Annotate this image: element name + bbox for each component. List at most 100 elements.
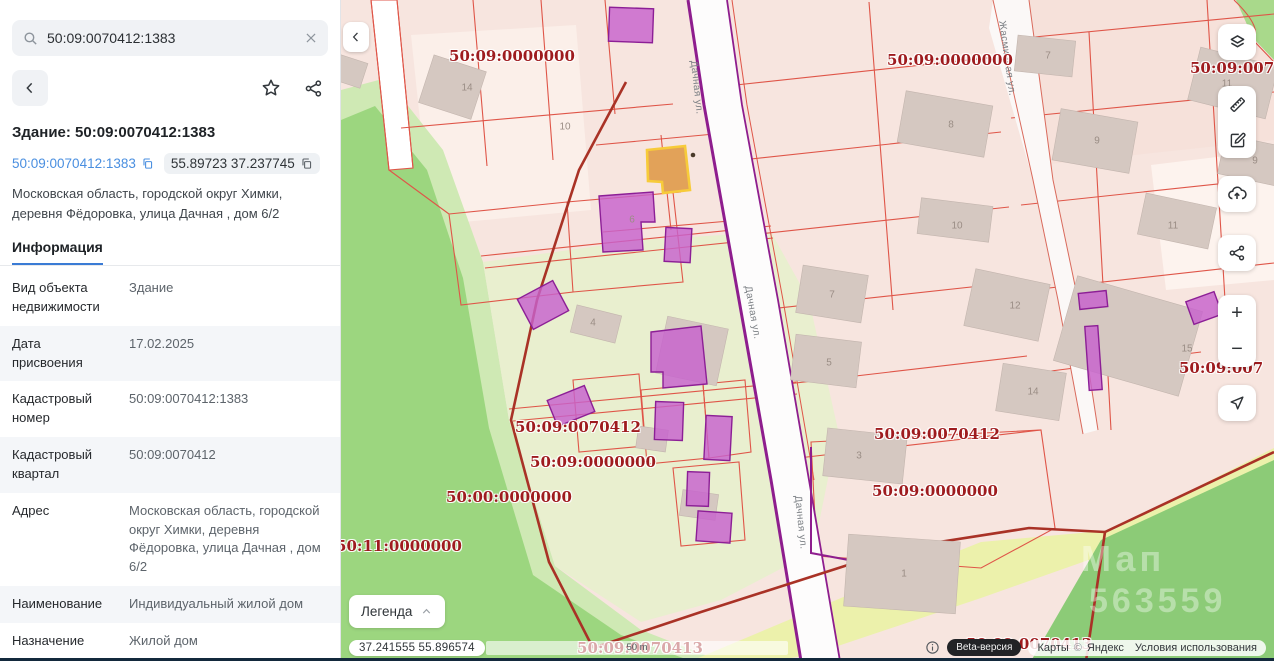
upload-control <box>1218 176 1256 212</box>
attribution-provider[interactable]: Яндекс <box>1087 642 1124 654</box>
parcel-number: 9 <box>1094 135 1100 147</box>
cadastral-quarter-label: 50:09:0000000 <box>872 482 998 500</box>
measure-edit-control <box>1218 86 1256 158</box>
info-panel: Здание: 50:09:0070412:1383 50:09:0070412… <box>0 0 341 661</box>
info-row-value: 17.02.2025 <box>129 335 195 351</box>
search-bar <box>12 20 328 56</box>
info-row: Адрес Московская область, городской округ… <box>0 493 340 586</box>
cursor-coordinates: 37.241555 55.896574 <box>349 640 485 656</box>
cadastral-quarter-label: 50:09:0070412 <box>874 425 1000 443</box>
info-row-value: 50:09:0070412:1383 <box>129 391 249 407</box>
draw-button[interactable] <box>1218 122 1256 158</box>
chevron-left-icon <box>26 82 33 94</box>
info-table: Вид объекта недвижимости Здание Дата присв… <box>0 270 340 661</box>
attribution-maps: Карты <box>1037 641 1069 654</box>
star-icon <box>262 79 280 96</box>
parcel-number: 15 <box>1181 343 1193 355</box>
object-chips: 50:09:0070412:1383 55.89723 37.237745 <box>12 153 328 174</box>
share-map-control <box>1218 235 1256 271</box>
chevron-up-icon <box>423 608 431 614</box>
map-watermark: 563559 <box>1089 582 1227 620</box>
parcel-number: 1 <box>901 568 907 580</box>
panel-actions <box>12 70 328 106</box>
clear-search-icon[interactable] <box>304 31 318 45</box>
parcel-number: 7 <box>1045 50 1051 62</box>
info-row-label: Кадастровый квартал <box>12 447 93 481</box>
coordinates-chip[interactable]: 55.89723 37.237745 <box>163 153 320 174</box>
info-row: Кадастровый номер 50:09:0070412:1383 <box>0 381 340 437</box>
collapse-panel-button[interactable] <box>343 22 369 52</box>
info-icon[interactable] <box>925 640 940 655</box>
navigate-icon <box>1230 396 1244 410</box>
parcel-number: 4 <box>590 317 596 329</box>
parcel-number: 10 <box>951 220 963 232</box>
info-row-value: Жилой дом <box>129 632 198 648</box>
parcel-number: 12 <box>1009 300 1021 312</box>
cloud-upload-icon <box>1228 186 1247 200</box>
share-icon <box>1229 245 1245 261</box>
legend-button[interactable]: Легенда <box>349 595 446 628</box>
cadastral-quarter-label: 50:09:0070412 <box>515 418 641 436</box>
cadastral-quarter-label: 50:00:0000000 <box>446 488 572 506</box>
zoom-control: + − <box>1218 295 1256 367</box>
object-title: Здание: 50:09:0070412:1383 <box>12 124 216 141</box>
coordinates-text: 55.89723 37.237745 <box>170 156 295 171</box>
upload-button[interactable] <box>1218 176 1256 212</box>
locate-control <box>1218 385 1256 421</box>
cadastral-quarter-label: 50:09:0000000 <box>887 51 1013 69</box>
search-input[interactable] <box>47 30 296 46</box>
parcel-number: 14 <box>461 82 473 94</box>
tab-bar: Информация <box>0 239 340 266</box>
beta-badge: Beta-версия <box>947 639 1022 656</box>
info-row-label: Наименование <box>12 596 103 612</box>
parcel-number: 11 <box>1167 220 1179 232</box>
locate-button[interactable] <box>1218 385 1256 421</box>
app-window: Здание: 50:09:0070412:1383 50:09:0070412… <box>0 0 1274 661</box>
info-row: Дата присвоения 17.02.2025 <box>0 325 340 382</box>
edit-icon <box>1230 132 1246 147</box>
parcel-number: 14 <box>1027 386 1039 398</box>
cadastral-quarter-label: 50:11:0000000 <box>341 537 462 555</box>
info-row: Наименование Индивидуальный жилой дом <box>0 586 340 623</box>
map-watermark: Мап <box>1081 538 1166 579</box>
share-button[interactable] <box>298 73 328 103</box>
info-row-value: Индивидуальный жилой дом <box>129 596 304 612</box>
parcel-number: 5 <box>826 357 832 369</box>
tab-information[interactable]: Информация <box>12 239 103 265</box>
info-row-label: Кадастровый номер <box>12 391 93 426</box>
object-address: Московская область, городской округ Химк… <box>12 186 283 221</box>
cadastral-quarter-label: 50:09:0070 <box>1190 59 1274 77</box>
info-row-value: 50:09:0070412 <box>129 447 216 463</box>
zoom-out-button[interactable]: − <box>1218 331 1256 367</box>
parcel-number: 6 <box>629 214 635 226</box>
info-row: Вид объекта недвижимости Здание <box>0 270 340 326</box>
copy-icon <box>143 158 152 169</box>
layers-control <box>1218 24 1256 60</box>
parcel-number: 10 <box>559 121 571 133</box>
info-row: Назначение Жилой дом <box>0 623 340 660</box>
cadastral-quarter-label: 50:09:0000000 <box>530 453 656 471</box>
share-icon <box>305 79 321 97</box>
info-row-value: Московская область, городской округ Химк… <box>129 502 321 575</box>
attribution-terms[interactable]: Условия использования <box>1135 642 1257 654</box>
favorite-button[interactable] <box>256 73 286 103</box>
info-row-label: Назначение <box>12 632 85 648</box>
map-viewport[interactable]: 50:09:0000000 50:09:0000000 50:09:0070 50:0… <box>341 0 1274 661</box>
layers-button[interactable] <box>1218 24 1256 60</box>
back-button[interactable] <box>12 70 48 106</box>
measure-button[interactable] <box>1218 86 1256 122</box>
info-row-value: Здание <box>129 280 174 295</box>
cadastral-number-link[interactable]: 50:09:0070412:1383 <box>12 156 154 171</box>
search-icon <box>22 30 39 47</box>
info-row-label: Адрес <box>12 502 50 518</box>
zoom-in-button[interactable]: + <box>1218 295 1256 331</box>
legend-label: Легенда <box>361 604 413 619</box>
cadastral-quarter-label: 50:09:0000000 <box>449 47 575 65</box>
ruler-icon <box>1229 96 1245 112</box>
map-attribution: Карты © Яндекс Условия использования <box>1028 639 1266 656</box>
info-row-label: Дата присвоения <box>12 335 83 370</box>
cadastral-number-text: 50:09:0070412:1383 <box>12 156 136 171</box>
layers-icon <box>1230 34 1244 47</box>
share-map-button[interactable] <box>1218 235 1256 271</box>
parcel-number: 7 <box>829 289 835 301</box>
